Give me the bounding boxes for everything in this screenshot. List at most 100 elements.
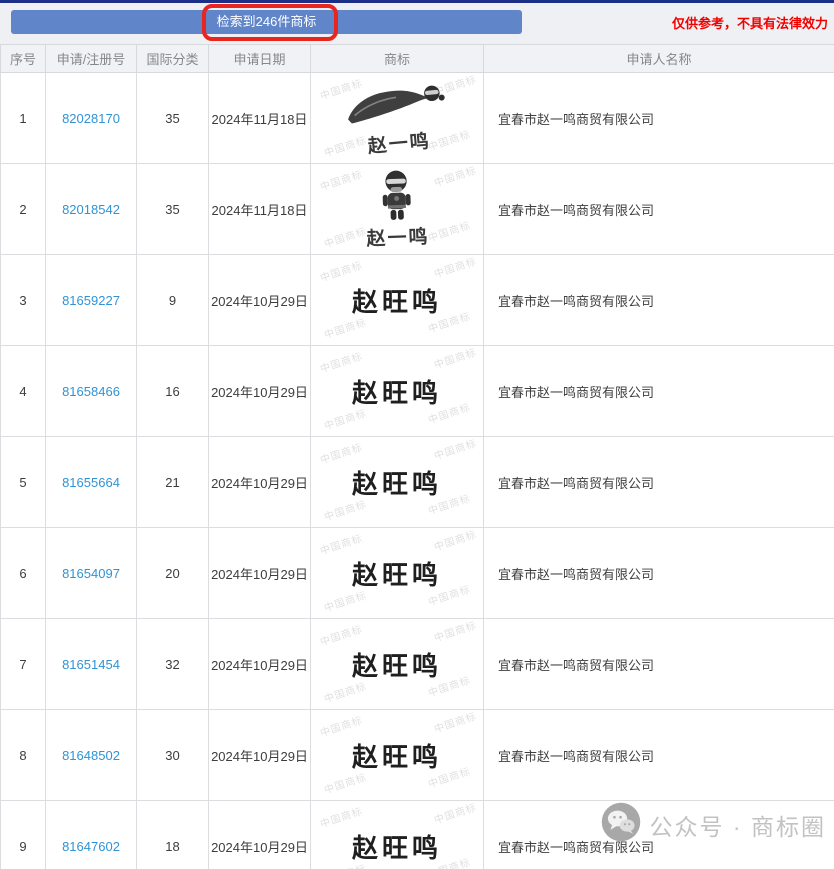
cell-index: 2 bbox=[1, 164, 46, 255]
table-row: 2 82018542 35 2024年11月18日 中国商标 中国商标 中国商标… bbox=[1, 164, 834, 255]
flying-hero-logo bbox=[336, 76, 456, 134]
cell-trademark: 中国商标 中国商标 中国商标 中国商标 bbox=[311, 528, 484, 619]
cell-reg-no: 81655664 bbox=[46, 437, 137, 528]
wechat-watermark: 公众号 · 商标圈 bbox=[600, 801, 826, 848]
trademark-image: 中国商标 中国商标 中国商标 中国商标 bbox=[311, 164, 483, 254]
cell-index: 7 bbox=[1, 619, 46, 710]
col-header-date: 申请日期 bbox=[209, 45, 311, 73]
cell-trademark: 中国商标 中国商标 中国商标 中国商标 bbox=[311, 619, 484, 710]
result-count-banner: 检索到246件商标 bbox=[11, 10, 522, 34]
table-row: 1 82028170 35 2024年11月18日 中国商标 中国商标 中国商标… bbox=[1, 73, 834, 164]
cell-index: 4 bbox=[1, 346, 46, 437]
cell-applicant: 宜春市赵一鸣商贸有限公司 bbox=[484, 437, 834, 528]
trademark-text: 赵旺鸣 bbox=[352, 373, 442, 410]
cell-date: 2024年10月29日 bbox=[209, 619, 311, 710]
trademark-text: 赵一鸣 bbox=[367, 126, 432, 158]
cell-reg-no: 82018542 bbox=[46, 164, 137, 255]
cell-intl-class: 9 bbox=[137, 255, 209, 346]
results-table: 序号 申请/注册号 国际分类 申请日期 商标 申请人名称 1 82028170 … bbox=[0, 44, 834, 869]
cell-index: 9 bbox=[1, 801, 46, 869]
cell-reg-no: 81651454 bbox=[46, 619, 137, 710]
cell-trademark: 中国商标 中国商标 中国商标 中国商标 bbox=[311, 346, 484, 437]
trademark-text: 赵旺鸣 bbox=[352, 464, 442, 501]
cell-applicant: 宜春市赵一鸣商贸有限公司 bbox=[484, 619, 834, 710]
cell-reg-no: 81654097 bbox=[46, 528, 137, 619]
watermark-label: 公众号 · 商标圈 bbox=[650, 808, 826, 842]
trademark-text: 赵旺鸣 bbox=[352, 737, 442, 774]
disclaimer-text: 仅供参考，不具有法律效力 bbox=[672, 13, 828, 32]
registration-number-link[interactable]: 81658466 bbox=[62, 384, 120, 399]
col-header-class: 国际分类 bbox=[137, 45, 209, 73]
cell-reg-no: 81659227 bbox=[46, 255, 137, 346]
col-header-index: 序号 bbox=[1, 45, 46, 73]
cell-intl-class: 16 bbox=[137, 346, 209, 437]
cell-index: 6 bbox=[1, 528, 46, 619]
table-row: 5 81655664 21 2024年10月29日 中国商标 中国商标 中国商标… bbox=[1, 437, 834, 528]
cell-intl-class: 35 bbox=[137, 73, 209, 164]
trademark-image: 中国商标 中国商标 中国商标 中国商标 bbox=[311, 255, 483, 345]
cell-trademark: 中国商标 中国商标 中国商标 中国商标 bbox=[311, 437, 484, 528]
trademark-image: 中国商标 中国商标 中国商标 中国商标 bbox=[311, 346, 483, 436]
trademark-text: 赵一鸣 bbox=[366, 221, 430, 250]
cell-intl-class: 20 bbox=[137, 528, 209, 619]
cell-intl-class: 21 bbox=[137, 437, 209, 528]
col-header-reg-no: 申请/注册号 bbox=[46, 45, 137, 73]
table-row: 4 81658466 16 2024年10月29日 中国商标 中国商标 中国商标… bbox=[1, 346, 834, 437]
standing-hero-logo bbox=[371, 168, 423, 224]
cell-date: 2024年10月29日 bbox=[209, 437, 311, 528]
cell-date: 2024年10月29日 bbox=[209, 255, 311, 346]
cell-intl-class: 30 bbox=[137, 710, 209, 801]
cell-applicant: 宜春市赵一鸣商贸有限公司 bbox=[484, 710, 834, 801]
cell-index: 1 bbox=[1, 73, 46, 164]
trademark-image: 中国商标 中国商标 中国商标 中国商标 bbox=[311, 619, 483, 709]
registration-number-link[interactable]: 81651454 bbox=[62, 657, 120, 672]
trademark-text: 赵旺鸣 bbox=[352, 282, 442, 319]
cell-applicant: 宜春市赵一鸣商贸有限公司 bbox=[484, 255, 834, 346]
trademark-text: 赵旺鸣 bbox=[352, 646, 442, 683]
cell-reg-no: 81658466 bbox=[46, 346, 137, 437]
table-header-row: 序号 申请/注册号 国际分类 申请日期 商标 申请人名称 bbox=[1, 45, 834, 73]
cell-index: 5 bbox=[1, 437, 46, 528]
cell-index: 3 bbox=[1, 255, 46, 346]
cell-intl-class: 18 bbox=[137, 801, 209, 869]
registration-number-link[interactable]: 82028170 bbox=[62, 111, 120, 126]
wechat-icon bbox=[600, 801, 642, 848]
registration-number-link[interactable]: 81659227 bbox=[62, 293, 120, 308]
cell-date: 2024年10月29日 bbox=[209, 801, 311, 869]
table-row: 6 81654097 20 2024年10月29日 中国商标 中国商标 中国商标… bbox=[1, 528, 834, 619]
trademark-text: 赵旺鸣 bbox=[352, 828, 442, 865]
cell-date: 2024年11月18日 bbox=[209, 73, 311, 164]
cell-date: 2024年10月29日 bbox=[209, 346, 311, 437]
cell-trademark: 中国商标 中国商标 中国商标 中国商标 bbox=[311, 255, 484, 346]
table-row: 8 81648502 30 2024年10月29日 中国商标 中国商标 中国商标… bbox=[1, 710, 834, 801]
registration-number-link[interactable]: 81655664 bbox=[62, 475, 120, 490]
registration-number-link[interactable]: 81647602 bbox=[62, 839, 120, 854]
col-header-mark: 商标 bbox=[311, 45, 484, 73]
cell-applicant: 宜春市赵一鸣商贸有限公司 bbox=[484, 164, 834, 255]
trademark-image: 中国商标 中国商标 中国商标 中国商标 bbox=[311, 801, 483, 869]
cell-reg-no: 81648502 bbox=[46, 710, 137, 801]
header-area: 检索到246件商标 仅供参考，不具有法律效力 bbox=[0, 3, 834, 44]
trademark-image: 中国商标 中国商标 中国商标 中国商标 bbox=[311, 528, 483, 618]
trademark-image: 中国商标 中国商标 中国商标 中国商标 bbox=[311, 437, 483, 527]
registration-number-link[interactable]: 81648502 bbox=[62, 748, 120, 763]
cell-trademark: 中国商标 中国商标 中国商标 中国商标 bbox=[311, 801, 484, 869]
cell-date: 2024年10月29日 bbox=[209, 710, 311, 801]
cell-trademark: 中国商标 中国商标 中国商标 中国商标 bbox=[311, 710, 484, 801]
cell-trademark: 中国商标 中国商标 中国商标 中国商标 bbox=[311, 73, 484, 164]
cell-applicant: 宜春市赵一鸣商贸有限公司 bbox=[484, 346, 834, 437]
cell-applicant: 宜春市赵一鸣商贸有限公司 bbox=[484, 528, 834, 619]
cell-reg-no: 81647602 bbox=[46, 801, 137, 869]
col-header-applicant: 申请人名称 bbox=[484, 45, 834, 73]
cell-date: 2024年10月29日 bbox=[209, 528, 311, 619]
cell-reg-no: 82028170 bbox=[46, 73, 137, 164]
trademark-search-results-page: 检索到246件商标 仅供参考，不具有法律效力 序号 申请/注册号 国际分类 申请… bbox=[0, 0, 834, 869]
registration-number-link[interactable]: 82018542 bbox=[62, 202, 120, 217]
table-row: 7 81651454 32 2024年10月29日 中国商标 中国商标 中国商标… bbox=[1, 619, 834, 710]
registration-number-link[interactable]: 81654097 bbox=[62, 566, 120, 581]
cell-trademark: 中国商标 中国商标 中国商标 中国商标 bbox=[311, 164, 484, 255]
trademark-text: 赵旺鸣 bbox=[352, 555, 442, 592]
cell-applicant: 宜春市赵一鸣商贸有限公司 bbox=[484, 73, 834, 164]
cell-intl-class: 35 bbox=[137, 164, 209, 255]
cell-index: 8 bbox=[1, 710, 46, 801]
